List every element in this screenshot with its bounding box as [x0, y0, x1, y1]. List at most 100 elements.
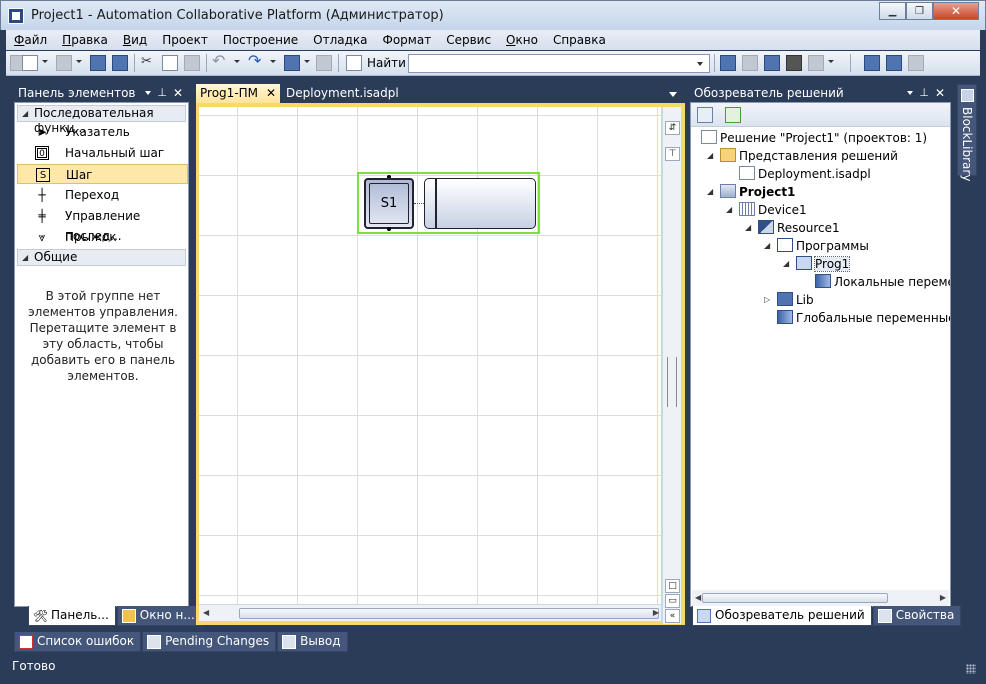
navigate-back-icon[interactable] — [284, 55, 300, 71]
tab-properties[interactable]: Свойства — [872, 606, 962, 626]
menu-item[interactable]: Правка — [54, 33, 115, 47]
chevron-down-icon[interactable] — [270, 60, 276, 63]
maximize-button[interactable]: ❐ — [906, 2, 933, 20]
pin-icon[interactable]: ⊥ — [919, 84, 929, 102]
tree-node[interactable]: ◢ Представления решений — [707, 147, 898, 165]
zoom-fit-icon[interactable]: ⇵ — [665, 121, 680, 135]
solution-horizontal-scrollbar[interactable]: ◀ ▶ — [692, 590, 949, 606]
scroll-left-icon[interactable]: ◀ — [203, 608, 209, 617]
expand-icon[interactable]: ▷ — [764, 291, 770, 309]
format-icon[interactable] — [908, 55, 924, 71]
toolbox-group-sequential[interactable]: Последовательная функц... — [17, 105, 186, 135]
chevron-down-icon[interactable] — [234, 60, 240, 63]
cut-icon[interactable] — [140, 54, 156, 71]
scroll-thumb[interactable] — [667, 357, 677, 407]
tree-node[interactable]: Глобальные переменные — [777, 309, 950, 327]
tab-output-window[interactable]: Окно н... — [116, 606, 202, 626]
document-list-icon[interactable] — [669, 92, 677, 97]
save-icon[interactable] — [90, 55, 106, 71]
collapse-icon[interactable]: « — [665, 609, 680, 623]
tree-node[interactable]: ▷ Lib — [764, 291, 814, 309]
tab-output[interactable]: Вывод — [277, 632, 348, 652]
collapse-icon[interactable]: ◢ — [707, 147, 713, 165]
menu-item[interactable]: Вид — [115, 33, 154, 47]
tree-node[interactable]: ◢ Resource1 — [745, 219, 840, 237]
close-icon[interactable]: ✕ — [935, 84, 945, 102]
scroll-thumb[interactable] — [239, 608, 659, 619]
toolbox-item-pointer[interactable]: ➤ Указатель — [17, 122, 188, 142]
add-item-icon[interactable] — [56, 55, 72, 71]
split-vertical-icon[interactable]: ▭ — [665, 594, 680, 608]
paste-icon[interactable] — [184, 55, 200, 71]
split-horizontal-icon[interactable]: □ — [665, 579, 680, 593]
copy-icon[interactable] — [162, 55, 178, 71]
tree-node[interactable]: Deployment.isadpl — [739, 165, 871, 183]
vertical-scrollbar[interactable]: ⇵ ⊤ □ ▭ « — [662, 107, 681, 624]
close-tab-icon[interactable]: ✕ — [266, 84, 276, 103]
tree-node[interactable]: ◢ Prog1 — [783, 255, 851, 273]
tree-node[interactable]: Локальные перемен — [815, 273, 950, 291]
collapse-icon[interactable]: ◢ — [707, 183, 713, 201]
tab-block-library[interactable]: BlockLibrary — [957, 84, 977, 181]
chevron-down-icon[interactable] — [42, 60, 48, 63]
chevron-down-icon[interactable] — [304, 60, 310, 63]
tab-deployment[interactable]: Deployment.isadpl — [282, 84, 399, 103]
chevron-down-icon[interactable] — [828, 60, 834, 63]
toolbox-item-step[interactable]: S Шаг — [17, 164, 188, 184]
pin-icon[interactable]: ⊥ — [157, 84, 167, 102]
horizontal-scrollbar[interactable]: ◀ ▶ — [199, 604, 661, 621]
menu-item[interactable]: Построение — [215, 33, 305, 47]
tools-icon[interactable] — [786, 55, 802, 71]
tab-error-list[interactable]: Список ошибок — [14, 632, 142, 652]
menu-item[interactable]: Сервис — [438, 33, 498, 47]
scroll-left-icon[interactable]: ◀ — [695, 593, 701, 602]
properties-icon[interactable] — [742, 55, 758, 71]
sfc-canvas[interactable]: S1 — [199, 107, 661, 604]
tab-prog1[interactable]: Prog1-ПМ ✕ — [196, 84, 280, 103]
minimize-button[interactable]: ▁ — [879, 2, 906, 20]
undo-icon[interactable] — [212, 51, 228, 71]
scroll-right-icon[interactable]: ▶ — [653, 608, 659, 617]
sfc-step-s1[interactable]: S1 — [364, 178, 414, 229]
find-in-files-icon[interactable] — [346, 55, 362, 71]
object-browser-icon[interactable] — [764, 55, 780, 71]
close-icon[interactable]: ✕ — [173, 84, 183, 102]
toolbox-item-jump[interactable]: ⩔ Прыжок — [17, 227, 188, 247]
scroll-right-icon[interactable]: ▶ — [940, 593, 946, 602]
find-dropdown-icon[interactable] — [697, 62, 703, 66]
tree-node[interactable]: ◢ Device1 — [726, 201, 807, 219]
layout-icon[interactable] — [864, 55, 880, 71]
menu-item[interactable]: Файл — [6, 33, 54, 47]
zoom-in-icon[interactable]: ⊤ — [665, 147, 680, 161]
toolbox-icon[interactable] — [808, 55, 824, 71]
chevron-down-icon[interactable] — [145, 91, 151, 95]
tree-node[interactable]: ◢ Программы — [764, 237, 869, 255]
redo-icon[interactable] — [248, 51, 264, 71]
menu-item[interactable]: Проект — [154, 33, 215, 47]
toolbox-group-general[interactable]: Общие — [17, 249, 186, 266]
chevron-down-icon[interactable] — [907, 91, 913, 95]
collapse-icon[interactable]: ◢ — [745, 219, 751, 237]
refresh-icon[interactable] — [725, 107, 741, 123]
connector-bottom[interactable] — [387, 227, 391, 231]
grid-icon[interactable] — [886, 55, 902, 71]
close-button[interactable]: ✕ — [933, 2, 979, 20]
menu-item[interactable]: Справка — [545, 33, 613, 47]
solution-explorer-icon[interactable] — [720, 55, 736, 71]
new-project-icon[interactable] — [22, 55, 38, 71]
save-all-icon[interactable] — [112, 55, 128, 71]
show-all-files-icon[interactable] — [697, 107, 713, 123]
toolbox-item-initial-step[interactable]: 0 Начальный шаг — [17, 143, 188, 163]
collapse-icon[interactable]: ◢ — [783, 255, 789, 273]
menu-item[interactable]: Отладка — [305, 33, 374, 47]
menu-item[interactable]: Формат — [375, 33, 439, 47]
toolbox-item-sequence-control[interactable]: ╪ Управление послед... — [17, 206, 188, 243]
collapse-icon[interactable]: ◢ — [726, 201, 732, 219]
tab-pending-changes[interactable]: Pending Changes — [142, 632, 277, 652]
tree-node[interactable]: Решение "Project1" (проектов: 1) — [701, 129, 927, 147]
find-input[interactable] — [408, 54, 710, 73]
collapse-icon[interactable]: ◢ — [764, 237, 770, 255]
toolbox-item-transition[interactable]: ┼ Переход — [17, 185, 188, 205]
menu-item[interactable]: Окно — [498, 33, 545, 47]
navigate-forward-icon[interactable] — [316, 55, 332, 71]
